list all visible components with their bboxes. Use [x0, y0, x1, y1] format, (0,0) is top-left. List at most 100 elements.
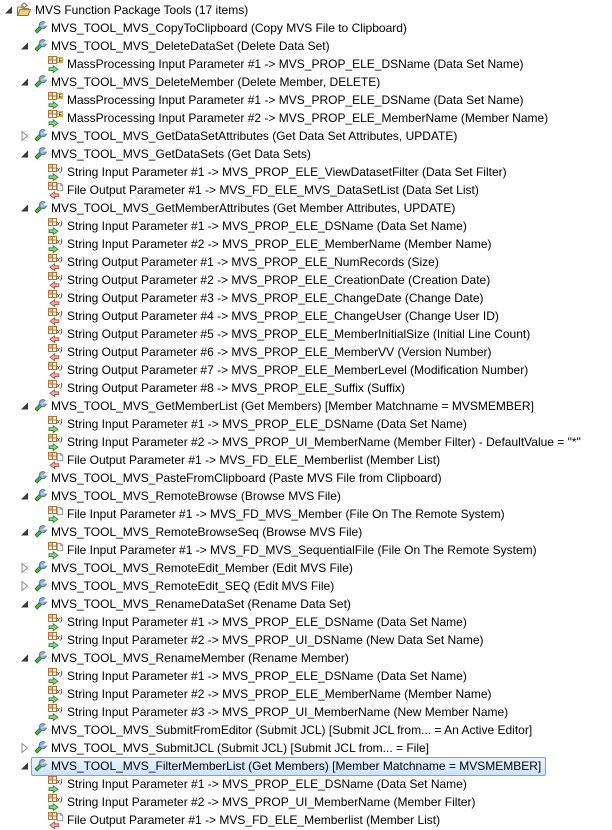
row-content[interactable]: x)String Output Parameter #1 -> MVS_PROP…	[47, 253, 444, 272]
tree-row[interactable]: MVS_TOOL_MVS_FilterMemberList (Get Membe…	[0, 757, 612, 775]
row-content[interactable]: MVS_TOOL_MVS_RemoteEdit_SEQ (Edit MVS Fi…	[31, 577, 339, 596]
row-content[interactable]: MVS_TOOL_MVS_SubmitJCL (Submit JCL) [Sub…	[31, 739, 434, 758]
expander-expanded-icon[interactable]	[17, 398, 31, 414]
row-content[interactable]: MVS Function Package Tools (17 items)	[15, 1, 253, 20]
tree-row[interactable]: x)String Input Parameter #3 -> MVS_PROP_…	[0, 703, 612, 721]
row-content[interactable]: x)String Input Parameter #3 -> MVS_PROP_…	[47, 703, 513, 722]
row-content[interactable]: x)String Input Parameter #2 -> MVS_PROP_…	[47, 235, 497, 254]
row-content[interactable]: x)String Input Parameter #2 -> MVS_PROP_…	[47, 685, 497, 704]
row-content[interactable]: x)String Input Parameter #2 -> MVS_PROP_…	[47, 793, 480, 812]
row-content[interactable]: x)String Output Parameter #7 -> MVS_PROP…	[47, 361, 533, 380]
tree-row[interactable]: MVS_TOOL_MVS_DeleteDataSet (Delete Data …	[0, 37, 612, 55]
tree-row[interactable]: x)String Input Parameter #2 -> MVS_PROP_…	[0, 685, 612, 703]
row-content[interactable]: MVS_TOOL_MVS_CopyToClipboard (Copy MVS F…	[31, 19, 412, 38]
expander-expanded-icon[interactable]	[17, 200, 31, 216]
row-content[interactable]: x)String Output Parameter #2 -> MVS_PROP…	[47, 271, 495, 290]
tree-row[interactable]: x)String Input Parameter #1 -> MVS_PROP_…	[0, 667, 612, 685]
row-content[interactable]: MVS_TOOL_MVS_RemoteBrowseSeq (Browse MVS…	[31, 523, 367, 542]
row-content[interactable]: x)String Input Parameter #1 -> MVS_PROP_…	[47, 217, 472, 236]
tree-row[interactable]: MVS_TOOL_MVS_GetDataSets (Get Data Sets)	[0, 145, 612, 163]
tree-row[interactable]: x)String Input Parameter #2 -> MVS_PROP_…	[0, 433, 612, 451]
row-content[interactable]: MVS_TOOL_MVS_RemoteBrowse (Browse MVS Fi…	[31, 487, 346, 506]
expander-collapsed-icon[interactable]	[17, 128, 31, 144]
row-content[interactable]: x)String Input Parameter #2 -> MVS_PROP_…	[47, 631, 489, 650]
expander-expanded-icon[interactable]	[17, 74, 31, 90]
row-content[interactable]: x)String Input Parameter #1 -> MVS_PROP_…	[47, 613, 472, 632]
tree-row[interactable]: MVS_TOOL_MVS_RemoteBrowse (Browse MVS Fi…	[0, 487, 612, 505]
tree-row[interactable]: x)String Input Parameter #2 -> MVS_PROP_…	[0, 793, 612, 811]
row-content[interactable]: EMassProcessing Input Parameter #2 -> MV…	[47, 109, 553, 128]
tree-row[interactable]: x)String Input Parameter #1 -> MVS_PROP_…	[0, 613, 612, 631]
row-content[interactable]: x)String Output Parameter #3 -> MVS_PROP…	[47, 289, 489, 308]
tree-row[interactable]: x)String Input Parameter #1 -> MVS_PROP_…	[0, 775, 612, 793]
tree-row[interactable]: x)String Input Parameter #2 -> MVS_PROP_…	[0, 631, 612, 649]
tree-row[interactable]: File Output Parameter #1 -> MVS_FD_ELE_M…	[0, 451, 612, 469]
row-content[interactable]: File Output Parameter #1 -> MVS_FD_ELE_M…	[47, 451, 445, 470]
tree-row[interactable]: MVS_TOOL_MVS_RemoteEdit_SEQ (Edit MVS Fi…	[0, 577, 612, 595]
tree-row[interactable]: EMassProcessing Input Parameter #2 -> MV…	[0, 109, 612, 127]
row-content[interactable]: x)String Output Parameter #8 -> MVS_PROP…	[47, 379, 410, 398]
row-content[interactable]: x)String Input Parameter #1 -> MVS_PROP_…	[47, 163, 512, 182]
tree-row[interactable]: x)String Input Parameter #1 -> MVS_PROP_…	[0, 163, 612, 181]
row-content[interactable]: MVS_TOOL_MVS_RemoteEdit_Member (Edit MVS…	[31, 559, 358, 578]
row-content[interactable]: x)String Output Parameter #5 -> MVS_PROP…	[47, 325, 535, 344]
row-content[interactable]: MVS_TOOL_MVS_GetDataSetAttributes (Get D…	[31, 127, 462, 146]
expander-expanded-icon[interactable]	[17, 524, 31, 540]
expander-expanded-icon[interactable]	[17, 596, 31, 612]
tree-row[interactable]: MVS_TOOL_MVS_GetDataSetAttributes (Get D…	[0, 127, 612, 145]
tree-row[interactable]: MVS_TOOL_MVS_RenameMember (Rename Member…	[0, 649, 612, 667]
expander-collapsed-icon[interactable]	[17, 740, 31, 756]
row-content[interactable]: MVS_TOOL_MVS_GetMemberList (Get Members)…	[31, 397, 539, 416]
tree-row[interactable]: File Input Parameter #1 -> MVS_FD_MVS_Se…	[0, 541, 612, 559]
tree-row[interactable]: x)String Output Parameter #7 -> MVS_PROP…	[0, 361, 612, 379]
row-content[interactable]: MVS_TOOL_MVS_DeleteDataSet (Delete Data …	[31, 37, 335, 56]
row-content[interactable]: MVS_TOOL_MVS_SubmitFromEditor (Submit JC…	[31, 721, 537, 740]
expander-expanded-icon[interactable]	[17, 488, 31, 504]
row-content[interactable]: x)String Output Parameter #6 -> MVS_PROP…	[47, 343, 497, 362]
tree-row[interactable]: x)String Output Parameter #6 -> MVS_PROP…	[0, 343, 612, 361]
expander-expanded-icon[interactable]	[17, 146, 31, 162]
tree-row[interactable]: File Output Parameter #1 -> MVS_FD_ELE_M…	[0, 181, 612, 199]
row-content[interactable]: File Output Parameter #1 -> MVS_FD_ELE_M…	[47, 811, 445, 830]
tree-row[interactable]: MVS_TOOL_MVS_PasteFromClipboard (Paste M…	[0, 469, 612, 487]
expander-expanded-icon[interactable]	[17, 650, 31, 666]
row-content[interactable]: File Input Parameter #1 -> MVS_FD_MVS_Me…	[47, 505, 510, 524]
row-content[interactable]: MVS_TOOL_MVS_GetMemberAttributes (Get Me…	[31, 199, 460, 218]
row-content[interactable]: File Input Parameter #1 -> MVS_FD_MVS_Se…	[47, 541, 542, 560]
tree-row[interactable]: MVS_TOOL_MVS_DeleteMember (Delete Member…	[0, 73, 612, 91]
tree-row[interactable]: MVS_TOOL_MVS_SubmitFromEditor (Submit JC…	[0, 721, 612, 739]
tree-row[interactable]: x)String Output Parameter #4 -> MVS_PROP…	[0, 307, 612, 325]
row-content[interactable]: x)String Output Parameter #4 -> MVS_PROP…	[47, 307, 504, 326]
expander-expanded-icon[interactable]	[1, 2, 15, 18]
tree-row[interactable]: MVS_TOOL_MVS_GetMemberAttributes (Get Me…	[0, 199, 612, 217]
row-content[interactable]: x)String Input Parameter #2 -> MVS_PROP_…	[47, 433, 586, 452]
row-content[interactable]: File Output Parameter #1 -> MVS_FD_ELE_M…	[47, 181, 484, 200]
tree-row[interactable]: MVS_TOOL_MVS_RenameDataSet (Rename Data …	[0, 595, 612, 613]
selected-row-content[interactable]: MVS_TOOL_MVS_FilterMemberList (Get Membe…	[31, 757, 546, 776]
tree-row[interactable]: x)String Output Parameter #5 -> MVS_PROP…	[0, 325, 612, 343]
expander-expanded-icon[interactable]	[17, 758, 31, 774]
tree-row[interactable]: x)String Input Parameter #1 -> MVS_PROP_…	[0, 217, 612, 235]
tree-row[interactable]: File Input Parameter #1 -> MVS_FD_MVS_Me…	[0, 505, 612, 523]
expander-collapsed-icon[interactable]	[17, 578, 31, 594]
tree-row[interactable]: MVS_TOOL_MVS_SubmitJCL (Submit JCL) [Sub…	[0, 739, 612, 757]
expander-collapsed-icon[interactable]	[17, 560, 31, 576]
row-content[interactable]: MVS_TOOL_MVS_GetDataSets (Get Data Sets)	[31, 145, 316, 164]
expander-expanded-icon[interactable]	[17, 38, 31, 54]
tree-row[interactable]: x)String Output Parameter #3 -> MVS_PROP…	[0, 289, 612, 307]
row-content[interactable]: x)String Input Parameter #1 -> MVS_PROP_…	[47, 667, 472, 686]
row-content[interactable]: MVS_TOOL_MVS_RenameDataSet (Rename Data …	[31, 595, 356, 614]
tree-row[interactable]: x)String Output Parameter #1 -> MVS_PROP…	[0, 253, 612, 271]
tree-row[interactable]: MVS_TOOL_MVS_RemoteEdit_Member (Edit MVS…	[0, 559, 612, 577]
tree-row[interactable]: MVS Function Package Tools (17 items)	[0, 1, 612, 19]
row-content[interactable]: MVS_TOOL_MVS_PasteFromClipboard (Paste M…	[31, 469, 447, 488]
tree-row[interactable]: MVS_TOOL_MVS_CopyToClipboard (Copy MVS F…	[0, 19, 612, 37]
tree-row[interactable]: x)String Input Parameter #1 -> MVS_PROP_…	[0, 415, 612, 433]
row-content[interactable]: x)String Input Parameter #1 -> MVS_PROP_…	[47, 415, 472, 434]
row-content[interactable]: MVS_TOOL_MVS_RenameMember (Rename Member…	[31, 649, 354, 668]
row-content[interactable]: EMassProcessing Input Parameter #1 -> MV…	[47, 55, 529, 74]
row-content[interactable]: EMassProcessing Input Parameter #1 -> MV…	[47, 91, 529, 110]
tree-row[interactable]: x)String Output Parameter #8 -> MVS_PROP…	[0, 379, 612, 397]
tree-row[interactable]: MVS_TOOL_MVS_RemoteBrowseSeq (Browse MVS…	[0, 523, 612, 541]
row-content[interactable]: x)String Input Parameter #1 -> MVS_PROP_…	[47, 775, 472, 794]
